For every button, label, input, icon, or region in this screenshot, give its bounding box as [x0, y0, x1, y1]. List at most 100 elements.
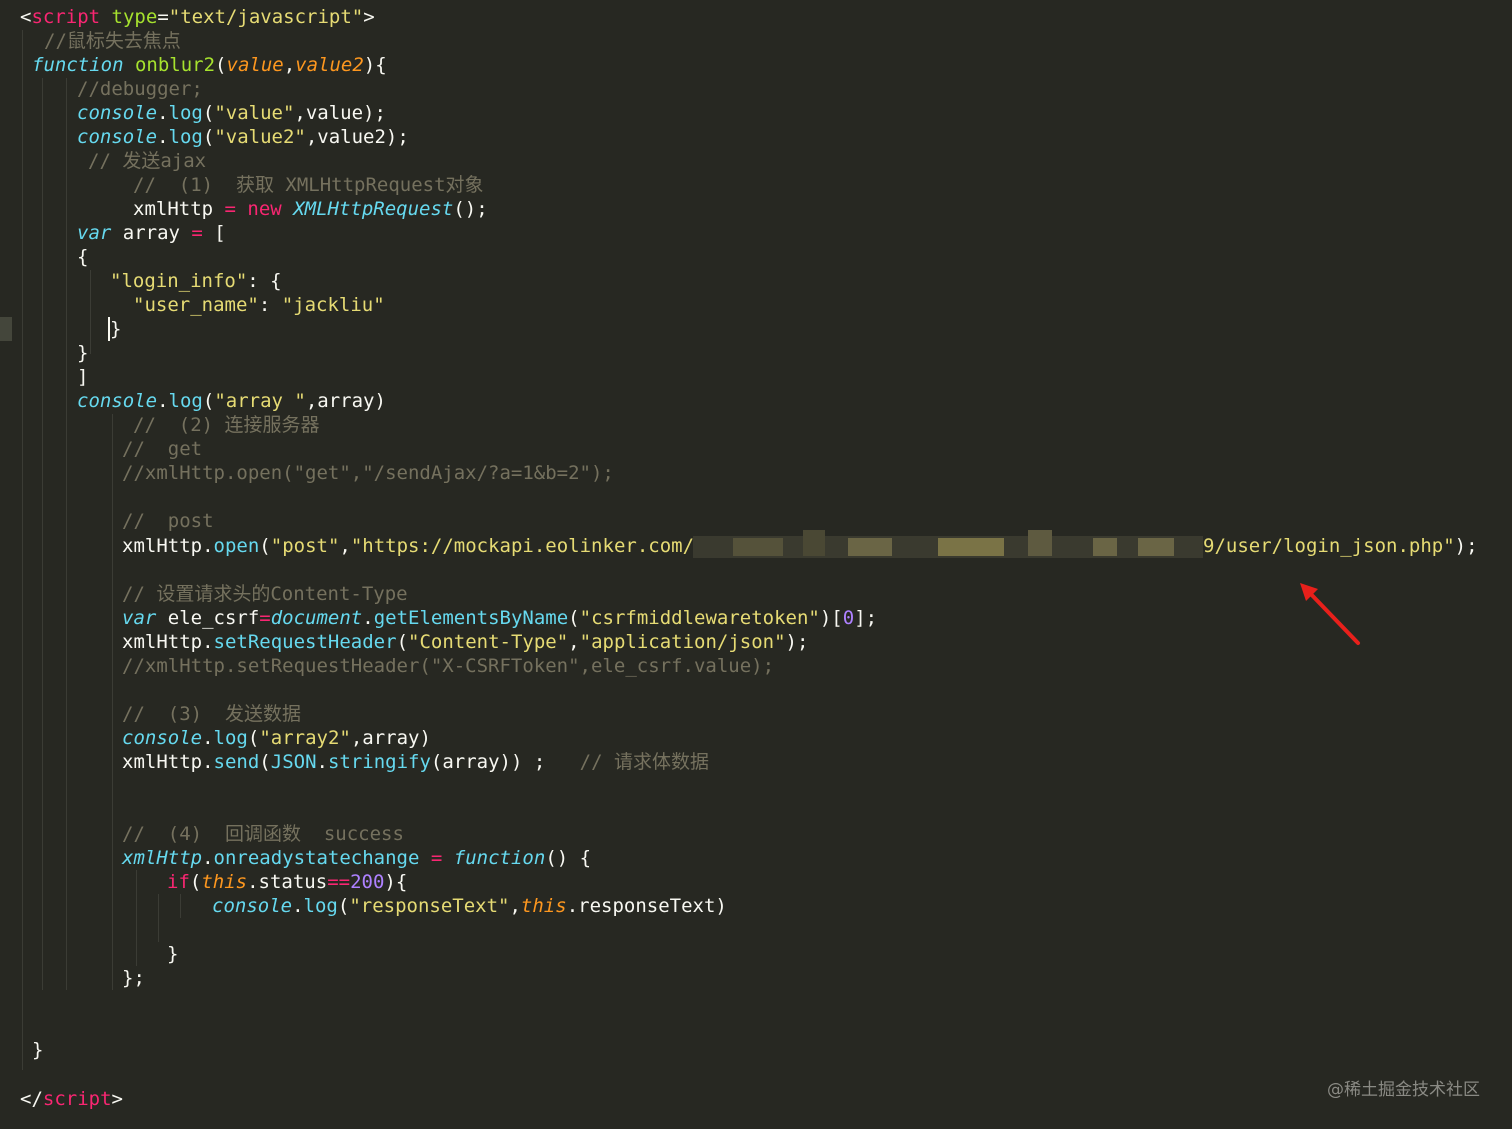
code-token: array [111, 222, 192, 244]
code-line[interactable]: //xmlHttp.open("get","/sendAjax/?a=1&b=2… [122, 461, 614, 485]
indent-guide [22, 30, 23, 1070]
code-line[interactable]: 9/user/login_json.php"); [1203, 534, 1478, 558]
code-token: , [568, 631, 580, 653]
code-line[interactable]: xmlHttp = new XMLHttpRequest(); [133, 197, 488, 221]
code-line[interactable]: xmlHttp.setRequestHeader("Content-Type",… [122, 630, 808, 654]
code-token: log [213, 727, 248, 749]
code-line[interactable]: console.log("value2",value2); [77, 125, 409, 149]
code-line[interactable]: <script type="text/javascript"> [20, 5, 375, 29]
code-token: . [157, 126, 169, 148]
watermark-text: @稀土掘金技术社区 [1327, 1080, 1480, 1100]
code-editor[interactable]: <script type="text/javascript"> //鼠标失去焦点… [0, 0, 1512, 1129]
code-line[interactable]: // 设置请求头的Content-Type [122, 582, 408, 606]
code-token: , [283, 54, 296, 76]
code-token: . [292, 895, 304, 917]
code-token: // 设置请求头的Content-Type [122, 583, 408, 605]
code-token: )[ [819, 607, 843, 629]
code-token: new [247, 198, 282, 220]
code-line[interactable]: } [32, 1038, 43, 1062]
code-line[interactable]: // 发送ajax [88, 149, 206, 173]
code-token: "value2" [214, 126, 306, 148]
code-token: ){ [363, 54, 387, 76]
code-line[interactable]: { [77, 245, 88, 269]
code-line[interactable]: //xmlHttp.setRequestHeader("X-CSRFToken"… [122, 654, 774, 678]
code-token: > [363, 6, 375, 28]
code-line[interactable]: var ele_csrf=document.getElementsByName(… [122, 606, 877, 630]
code-token: getElementsByName [373, 607, 569, 629]
code-line[interactable]: // (4) 回调函数 success [122, 822, 404, 846]
code-token: ( [189, 871, 202, 893]
code-token: "user_name" [133, 294, 259, 316]
code-line[interactable]: xmlHttp.open("post","https://mockapi.eol… [122, 534, 705, 558]
code-line[interactable]: function onblur2(value,value2){ [32, 53, 387, 77]
code-token: function [453, 847, 546, 869]
code-token: == [327, 871, 351, 893]
code-token: // (4) 回调函数 success [122, 823, 404, 845]
code-token: xmlHttp [122, 847, 203, 869]
code-token: "value" [214, 102, 295, 124]
code-token: onblur2 [134, 54, 216, 76]
code-token: XMLHttpRequest [293, 198, 454, 220]
code-line[interactable]: console.log("array2",array) [122, 726, 431, 750]
code-token: var [77, 222, 112, 244]
annotation-arrow-icon [1300, 583, 1360, 645]
code-token: xmlHttp [122, 535, 203, 557]
code-line[interactable]: // (2) 连接服务器 [133, 413, 320, 437]
code-line[interactable]: } [77, 341, 88, 365]
code-line[interactable]: </script> [20, 1087, 123, 1111]
code-line[interactable]: if(this.status==200){ [167, 870, 407, 894]
code-line[interactable]: "user_name": "jackliu" [133, 293, 385, 317]
code-token: // 发送ajax [88, 150, 207, 172]
indent-guide [112, 414, 113, 990]
code-token: log [168, 390, 203, 412]
code-line[interactable]: //debugger; [77, 77, 203, 101]
text-cursor [108, 317, 110, 341]
code-token: (); [453, 198, 488, 220]
code-line[interactable]: "login_info": { [110, 269, 282, 293]
code-line[interactable]: // (1) 获取 XMLHttpRequest对象 [133, 173, 484, 197]
code-line[interactable]: xmlHttp.onreadystatechange = function() … [122, 846, 591, 870]
code-token: var [122, 607, 157, 629]
code-token: send [213, 751, 260, 773]
code-token: .responseText) [566, 895, 727, 917]
code-line[interactable]: ] [77, 365, 88, 389]
code-token: ( [568, 607, 580, 629]
code-line[interactable]: // post [122, 509, 214, 533]
code-token: { [77, 246, 89, 268]
code-token: . [362, 607, 374, 629]
code-token: if [167, 871, 190, 893]
code-line[interactable]: // get [122, 437, 202, 461]
code-token: stringify [327, 751, 431, 773]
code-line[interactable]: console.log("array ",array) [77, 389, 386, 413]
code-line[interactable]: xmlHttp.send(JSON.stringify(array)) ; //… [122, 750, 709, 774]
code-line[interactable]: } [167, 942, 178, 966]
code-token: ( [337, 895, 350, 917]
code-line[interactable]: } [110, 317, 121, 341]
code-line[interactable]: console.log("responseText",this.response… [212, 894, 727, 918]
code-token: . [316, 751, 328, 773]
code-token: "application/json" [579, 631, 786, 653]
code-token: onreadystatechange [213, 847, 420, 869]
code-token: ( [396, 631, 409, 653]
code-token: "jackliu" [281, 294, 385, 316]
code-token: 0 [842, 607, 855, 629]
code-token: console [77, 390, 158, 412]
code-line[interactable]: // (3) 发送数据 [122, 702, 301, 726]
code-line[interactable]: var array = [ [77, 221, 226, 245]
code-token: ( [259, 751, 271, 773]
code-token: value2 [295, 54, 364, 76]
code-token: : { [247, 270, 282, 292]
code-token: "Content-Type" [408, 631, 569, 653]
code-token: "csrfmiddlewaretoken" [579, 607, 820, 629]
code-token: "https://mockapi.eolinker.com/R [350, 535, 706, 557]
code-line[interactable]: console.log("value",value); [77, 101, 386, 125]
code-line[interactable]: //鼠标失去焦点 [44, 29, 181, 53]
code-token: ( [202, 390, 215, 412]
code-line[interactable]: }; [122, 966, 145, 990]
code-token: = [259, 607, 271, 629]
